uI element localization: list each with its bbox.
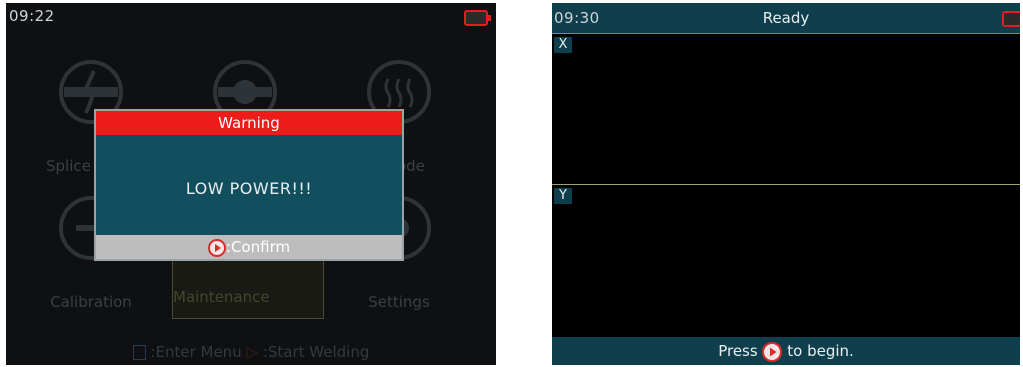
play-icon: [207, 238, 226, 257]
status-bar: 09:30 Ready: [552, 3, 1020, 33]
footer-press: Press: [718, 342, 758, 360]
footer-begin: to begin.: [787, 342, 854, 360]
axis-label-y: Y: [554, 188, 572, 204]
right-screen: 09:30 Ready X Y Press to begin.: [552, 3, 1020, 365]
footer-enter-menu: Enter Menu: [155, 343, 242, 361]
confirm-button[interactable]: :Confirm: [96, 235, 402, 259]
confirm-label: Confirm: [230, 238, 291, 256]
dialog-message: LOW POWER!!!: [185, 179, 313, 198]
left-screen: 09:22 Splice Mode Calibration Maintenanc…: [6, 3, 496, 365]
dialog-title: Warning: [96, 111, 402, 135]
menu-key-icon: [132, 345, 146, 360]
play-key-icon: ▷: [246, 343, 259, 361]
menu-label-calibration: Calibration: [50, 293, 132, 311]
camera-view-x: X: [552, 33, 1020, 184]
battery-icon: [1002, 11, 1020, 27]
menu-label-maintenance: Maintenance: [173, 288, 270, 306]
footer-start-welding: Start Welding: [267, 343, 370, 361]
axis-label-x: X: [554, 37, 572, 53]
footer-hint: :Enter Menu ▷ :Start Welding: [6, 343, 496, 361]
warning-dialog: Warning LOW POWER!!! :Confirm: [94, 109, 404, 261]
battery-icon: [464, 10, 491, 26]
camera-view-y: Y: [552, 184, 1020, 337]
instruction-bar: Press to begin.: [552, 337, 1020, 365]
menu-label-settings: Settings: [368, 293, 430, 311]
menu-item-maintenance[interactable]: Maintenance: [172, 255, 324, 319]
status-text: Ready: [762, 9, 810, 27]
clock-time: 09:22: [9, 7, 55, 25]
play-icon: [762, 341, 783, 362]
